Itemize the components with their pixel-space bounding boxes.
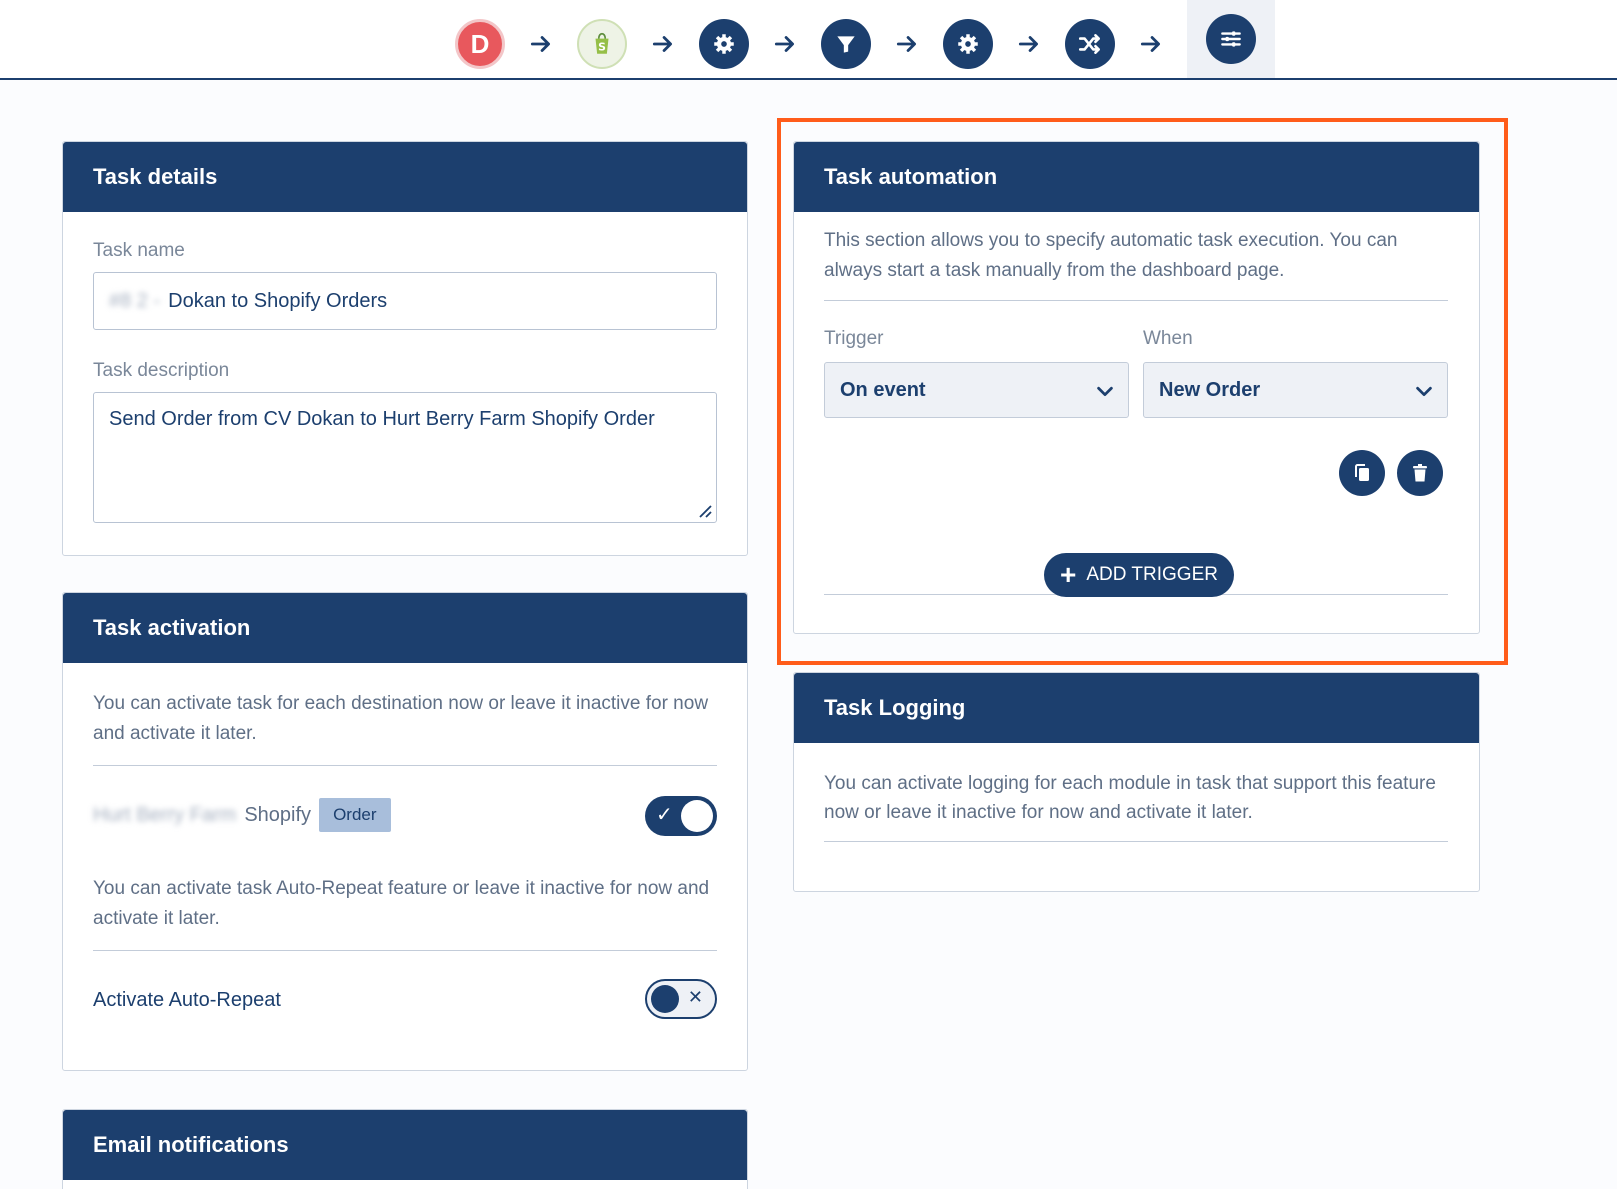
x-icon: ✕	[687, 987, 703, 1007]
workflow-steps: D S	[455, 0, 1275, 78]
task-activation-intro: You can activate task for each destinati…	[93, 693, 709, 744]
divider	[824, 300, 1448, 301]
step-shopify[interactable]: S	[577, 19, 627, 69]
task-description-value: Send Order from CV Dokan to Hurt Berry F…	[109, 408, 655, 430]
task-logging-card: Task Logging You can activate logging fo…	[793, 672, 1480, 892]
trash-icon	[1413, 464, 1427, 482]
svg-text:S: S	[598, 41, 606, 54]
shopify-logo-icon: S	[595, 32, 609, 54]
step-filter[interactable]	[821, 19, 871, 69]
resize-handle-icon[interactable]	[696, 502, 712, 518]
arrow-right-icon	[871, 19, 943, 69]
when-select[interactable]: New Order	[1143, 362, 1448, 418]
arrow-right-icon	[1115, 19, 1187, 69]
shuffle-icon	[1078, 34, 1100, 54]
divider	[824, 841, 1448, 842]
step-dokan[interactable]: D	[455, 19, 505, 69]
filter-icon	[837, 36, 855, 53]
task-description-textarea[interactable]: Send Order from CV Dokan to Hurt Berry F…	[93, 392, 717, 523]
task-details-card: Task details Task name #8 2 - Dokan to S…	[62, 141, 748, 556]
chevron-down-icon	[1416, 386, 1432, 397]
destination-activation-toggle[interactable]: ✓	[645, 796, 717, 836]
autorepeat-intro: You can activate task Auto-Repeat featur…	[93, 878, 710, 929]
gear-icon	[714, 34, 734, 54]
sliders-icon	[1221, 31, 1241, 47]
toggle-knob	[651, 985, 679, 1013]
task-name-input[interactable]: #8 2 - Dokan to Shopify Orders	[93, 272, 717, 330]
arrow-right-icon	[627, 19, 699, 69]
dokan-logo-icon: D	[470, 28, 490, 59]
task-name-prefix-redacted: #8 2 -	[109, 289, 161, 312]
email-notifications-title: Email notifications	[63, 1110, 747, 1180]
arrow-right-icon	[993, 19, 1065, 69]
when-select-value: New Order	[1159, 378, 1261, 401]
arrow-right-icon	[749, 19, 821, 69]
task-activation-title: Task activation	[63, 593, 747, 663]
step-settings-1[interactable]	[699, 19, 749, 69]
task-logging-title: Task Logging	[794, 673, 1479, 743]
task-automation-card: Task automation This section allows you …	[793, 141, 1480, 634]
step-settings-2[interactable]	[943, 19, 993, 69]
trigger-select-value: On event	[840, 378, 926, 401]
trigger-label: Trigger	[824, 328, 884, 349]
workflow-step-bar: D S	[0, 0, 1617, 80]
add-trigger-button[interactable]: + ADD TRIGGER	[1044, 553, 1234, 597]
autorepeat-toggle[interactable]: ✕	[645, 979, 717, 1019]
task-automation-intro: This section allows you to specify autom…	[824, 230, 1398, 281]
destination-type-badge: Order	[319, 798, 391, 832]
active-step-wrapper	[1187, 0, 1275, 78]
destination-name-redacted: Hurt Berry Farm	[93, 803, 237, 826]
delete-trigger-button[interactable]	[1397, 450, 1443, 496]
copy-trigger-button[interactable]	[1339, 450, 1385, 496]
task-name-label: Task name	[93, 240, 185, 261]
step-shuffle[interactable]	[1065, 19, 1115, 69]
plus-icon: +	[1060, 559, 1077, 590]
destination-platform: Shopify	[244, 803, 312, 826]
email-notifications-card: Email notifications	[62, 1109, 748, 1189]
arrow-right-icon	[505, 19, 577, 69]
task-name-value: Dokan to Shopify Orders	[168, 289, 388, 312]
autorepeat-label: Activate Auto-Repeat	[93, 989, 281, 1011]
task-details-title: Task details	[63, 142, 747, 212]
gear-icon	[958, 34, 978, 54]
step-task-settings[interactable]	[1206, 14, 1256, 64]
task-description-label: Task description	[93, 360, 230, 381]
check-icon: ✓	[656, 804, 673, 826]
destination-row: Hurt Berry Farm Shopify Order ✓	[93, 766, 717, 862]
toggle-knob	[681, 800, 713, 832]
add-trigger-label: ADD TRIGGER	[1086, 564, 1218, 585]
task-activation-card: Task activation You can activate task fo…	[62, 592, 748, 1071]
when-label: When	[1143, 328, 1193, 349]
chevron-down-icon	[1097, 386, 1113, 397]
autorepeat-row: Activate Auto-Repeat ✕	[93, 951, 717, 1047]
copy-icon	[1355, 464, 1369, 481]
trigger-select[interactable]: On event	[824, 362, 1129, 418]
task-logging-intro: You can activate logging for each module…	[824, 773, 1436, 823]
task-automation-title: Task automation	[794, 142, 1479, 212]
